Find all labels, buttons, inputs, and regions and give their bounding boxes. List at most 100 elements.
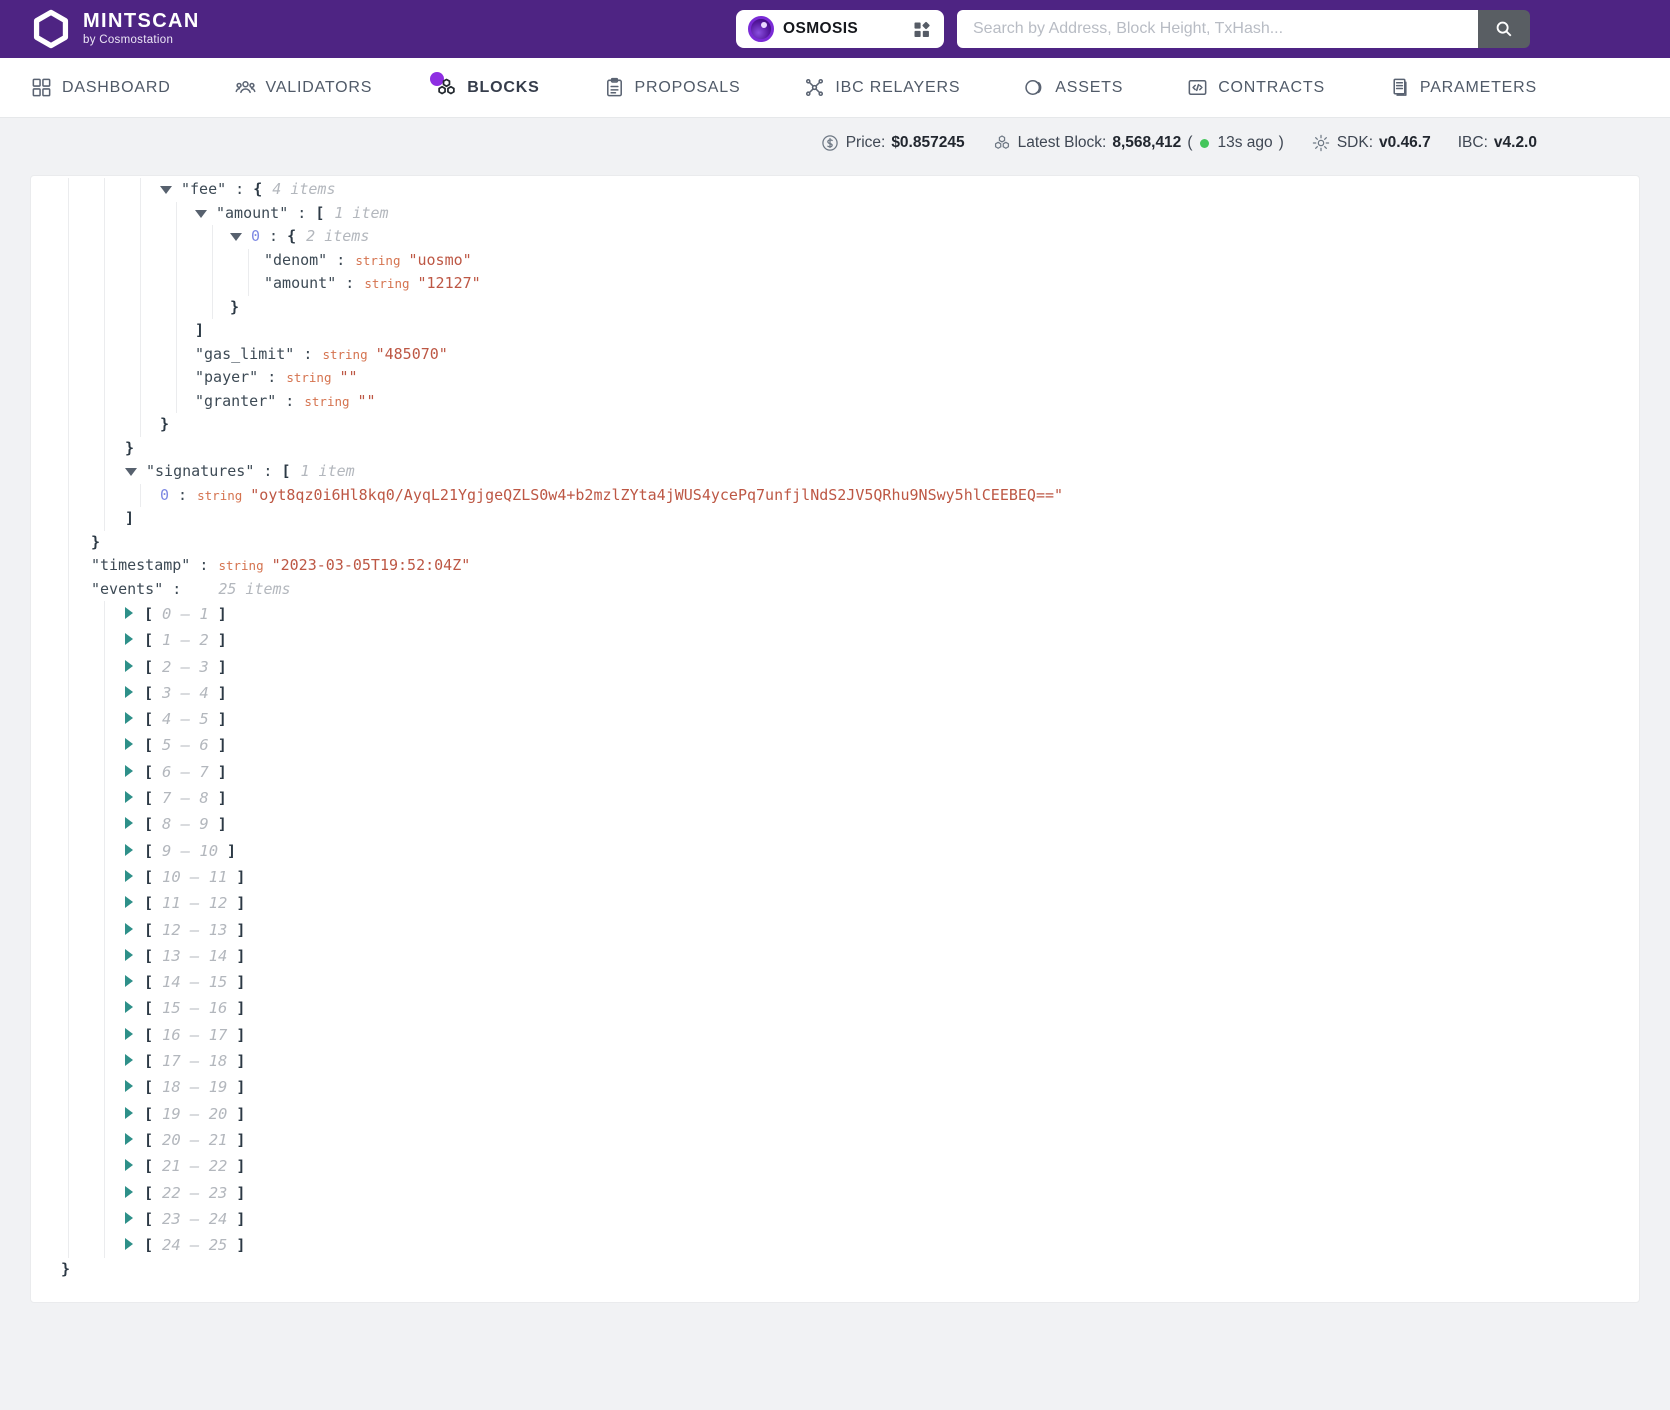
event-row: [17 – 18]: [31, 1048, 1639, 1075]
collapse-toggle-icon[interactable]: [230, 233, 242, 241]
nav-item-dashboard[interactable]: DASHBOARD: [30, 76, 171, 99]
event-row: [11 – 12]: [31, 890, 1639, 917]
expand-toggle-icon[interactable]: [125, 764, 133, 777]
indent-guide: [68, 342, 69, 366]
expand-toggle-icon[interactable]: [125, 922, 133, 935]
nav-item-validators[interactable]: VALIDATORS: [234, 76, 373, 99]
open-bracket: [: [144, 920, 154, 939]
expand-toggle-icon[interactable]: [125, 1185, 133, 1198]
expand-toggle-icon[interactable]: [125, 1106, 133, 1119]
expand-toggle-icon[interactable]: [125, 1001, 133, 1014]
indent-guide: [104, 1126, 105, 1154]
grid-apps-icon[interactable]: [911, 19, 932, 40]
expand-toggle-icon[interactable]: [125, 607, 133, 619]
open-bracket: [: [144, 1025, 154, 1044]
expand-toggle-icon[interactable]: [125, 1080, 133, 1093]
indent-guide: [68, 389, 69, 413]
close-bracket: ]: [217, 762, 227, 781]
json-line: "amount" : [1 item: [31, 201, 1639, 225]
main-nav: DASHBOARD VALIDATORS BLOCKS PROPOSALS IBC RE…: [0, 58, 1670, 118]
indent-guide: [68, 785, 69, 812]
nav-item-proposals[interactable]: PROPOSALS: [603, 76, 741, 99]
dollar-circle-icon: [820, 133, 840, 153]
expand-toggle-icon[interactable]: [125, 817, 133, 830]
json-type-label: string: [304, 393, 350, 409]
event-row: [23 – 24]: [31, 1205, 1639, 1233]
indent-guide: [68, 706, 69, 733]
close-bracket: ]: [227, 841, 237, 860]
open-bracket: [: [144, 973, 154, 992]
status-bar: Price: $0.857245 Latest Block: 8,568,412…: [0, 118, 1670, 168]
open-bracket: [: [315, 203, 325, 222]
collapse-toggle-icon[interactable]: [125, 468, 137, 476]
json-key: "timestamp": [91, 556, 191, 574]
json-type-label: string: [218, 558, 264, 573]
indent-guide: [104, 732, 105, 759]
latest-block-label: Latest Block:: [1017, 134, 1107, 151]
close-bracket: ]: [236, 920, 246, 939]
open-bracket: [: [144, 1157, 154, 1176]
json-string-value: "485070": [375, 344, 448, 363]
indent-guide: [68, 837, 69, 864]
nav-item-contracts[interactable]: CONTRACTS: [1186, 76, 1325, 99]
nav-item-ibc-relayers[interactable]: IBC RELAYERS: [803, 76, 960, 99]
expand-toggle-icon[interactable]: [125, 1211, 133, 1224]
dashboard-icon: [30, 76, 53, 99]
indent-guide: [104, 969, 105, 996]
indent-guide: [176, 225, 177, 249]
indent-guide: [68, 460, 69, 484]
nav-item-blocks[interactable]: BLOCKS: [430, 72, 539, 99]
expand-toggle-icon[interactable]: [125, 843, 133, 856]
open-bracket: [: [144, 762, 154, 781]
event-range: 21 – 22: [162, 1157, 228, 1176]
search-input[interactable]: [957, 10, 1478, 48]
indent-guide: [104, 995, 105, 1022]
expand-toggle-icon[interactable]: [125, 1054, 133, 1067]
nav-item-parameters[interactable]: PARAMETERS: [1388, 76, 1537, 99]
proposals-icon: [603, 76, 626, 99]
indent-guide: [104, 627, 105, 654]
open-bracket: {: [253, 180, 263, 198]
event-row: [6 – 7]: [31, 758, 1639, 786]
expand-toggle-icon[interactable]: [125, 896, 133, 909]
json-line: }: [31, 530, 1639, 554]
expand-toggle-icon[interactable]: [125, 975, 133, 988]
chain-selector[interactable]: OSMOSIS: [736, 10, 944, 48]
indent-guide: [68, 436, 69, 460]
indent-guide: [248, 272, 249, 296]
event-row: [8 – 9]: [31, 811, 1639, 838]
expand-toggle-icon[interactable]: [125, 1027, 133, 1040]
expand-toggle-icon[interactable]: [125, 633, 133, 646]
expand-toggle-icon[interactable]: [125, 1159, 133, 1172]
expand-toggle-icon[interactable]: [125, 1132, 133, 1145]
event-row: [16 – 17]: [31, 1021, 1639, 1049]
collapse-toggle-icon[interactable]: [195, 209, 207, 218]
expand-toggle-icon[interactable]: [125, 659, 133, 672]
latest-block-status: Latest Block: 8,568,412 ( 13s ago ): [992, 133, 1284, 153]
indent-guide: [104, 366, 105, 390]
expand-toggle-icon[interactable]: [125, 869, 133, 882]
nav-item-assets[interactable]: ASSETS: [1023, 76, 1123, 99]
expand-toggle-icon[interactable]: [125, 948, 133, 961]
event-range: 15 – 16: [162, 999, 228, 1018]
items-count: 2 items: [306, 227, 370, 245]
indent-guide: [68, 295, 69, 319]
close-bracket: ]: [236, 1183, 246, 1202]
expand-toggle-icon[interactable]: [125, 738, 133, 751]
json-line: "denom" : string "uosmo": [31, 248, 1639, 272]
collapse-toggle-icon[interactable]: [160, 186, 172, 194]
ibc-value: v4.2.0: [1493, 134, 1537, 151]
indent-guide: [104, 1153, 105, 1180]
mintscan-logo[interactable]: MINTSCAN by Cosmostation: [30, 8, 200, 50]
latest-block-value: 8,568,412: [1112, 134, 1182, 151]
search-button[interactable]: [1478, 10, 1530, 48]
expand-toggle-icon[interactable]: [125, 791, 133, 804]
colon: :: [260, 227, 288, 245]
expand-toggle-icon[interactable]: [125, 1238, 133, 1251]
expand-toggle-icon[interactable]: [125, 685, 133, 698]
indent-guide: [104, 272, 105, 296]
expand-toggle-icon[interactable]: [125, 712, 133, 725]
close-bracket: ]: [236, 1025, 246, 1044]
indent-guide: [104, 1205, 105, 1233]
event-row: [12 – 13]: [31, 916, 1639, 943]
